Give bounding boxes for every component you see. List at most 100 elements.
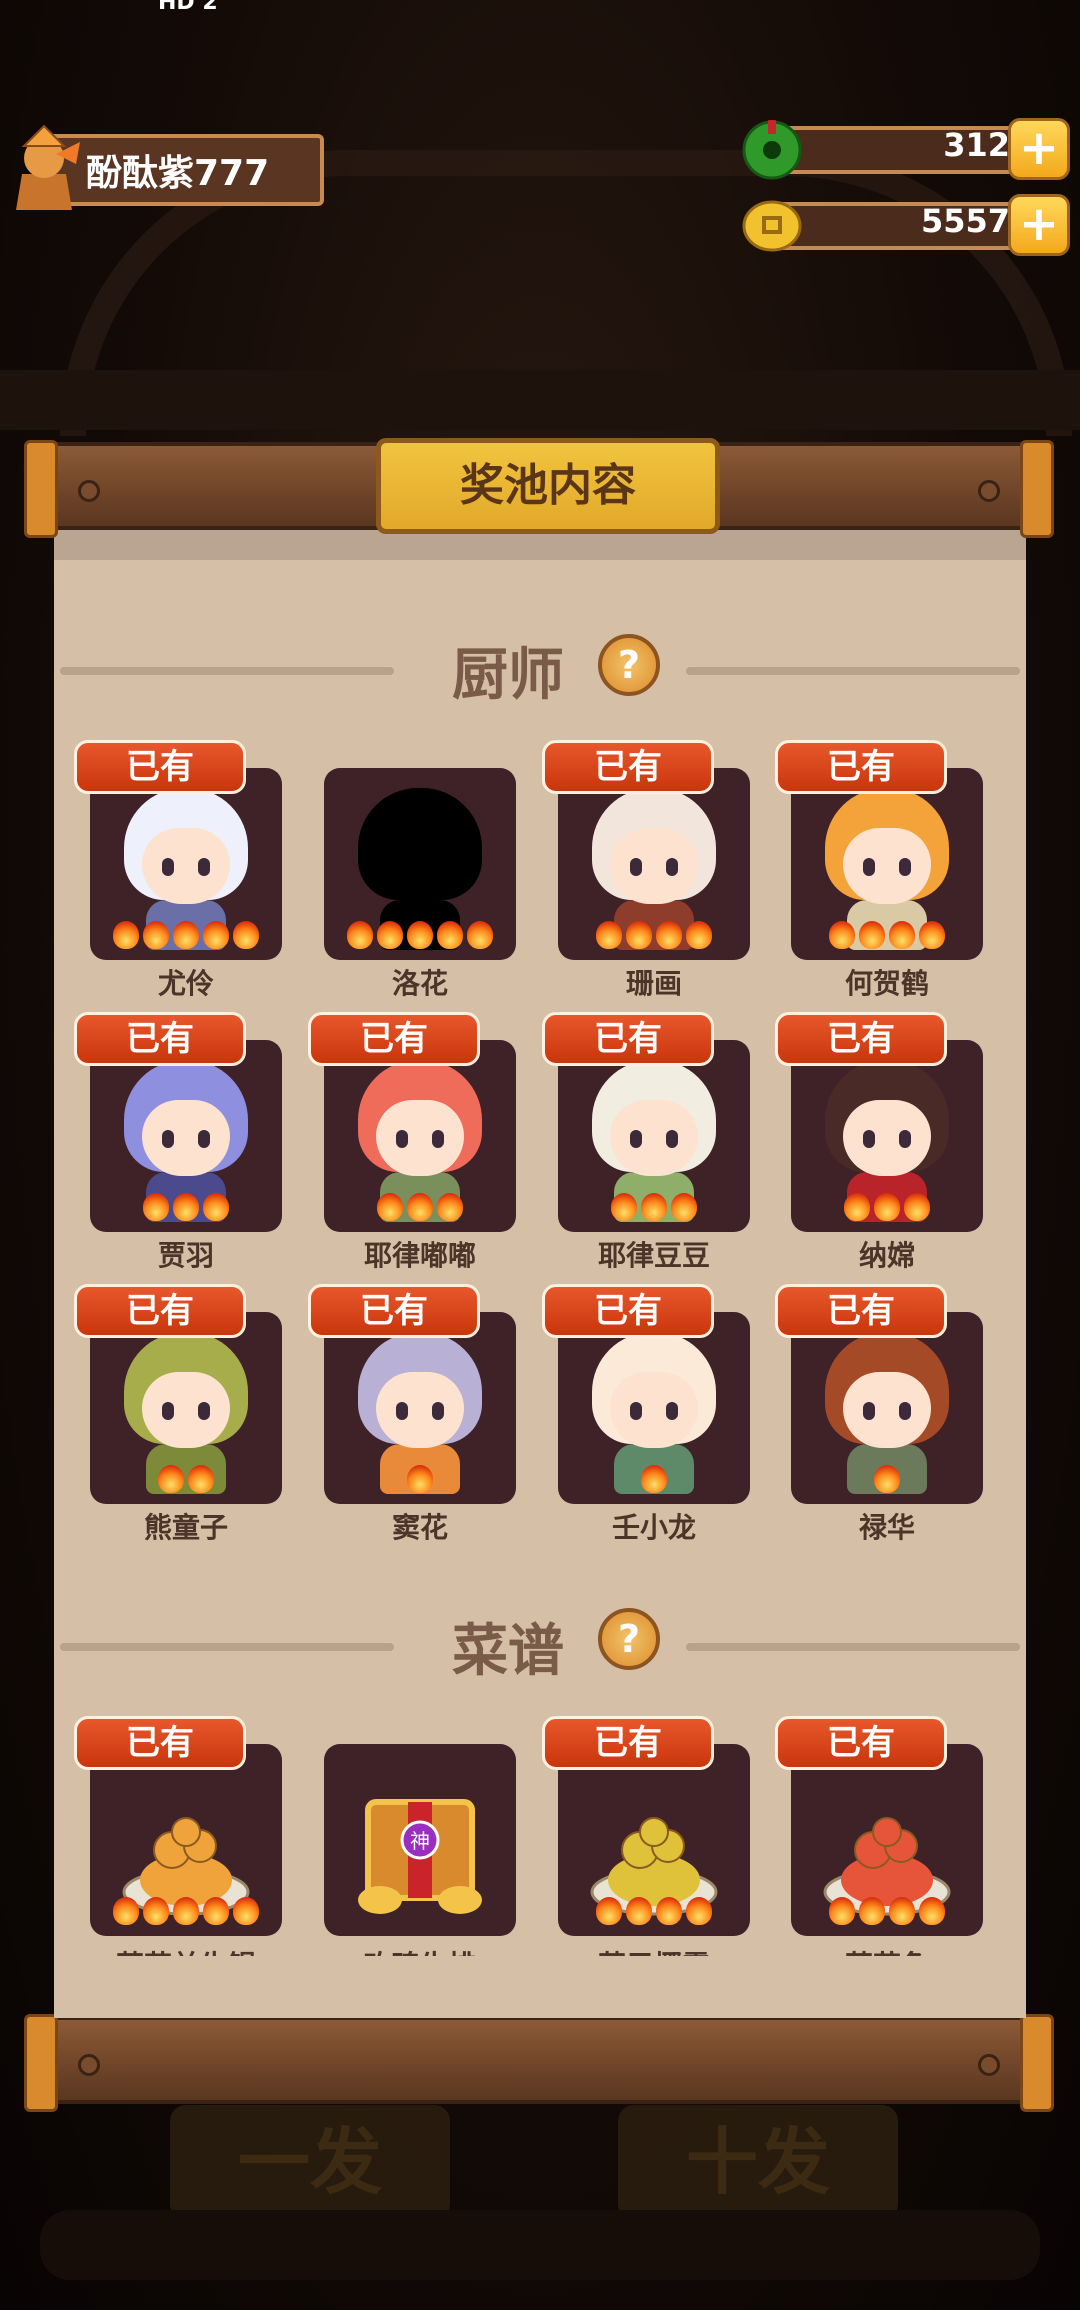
recipe-card[interactable]: 已有菊花鱼 [775, 1716, 983, 1976]
flame-star-icon [173, 1193, 199, 1221]
flame-star-icon [143, 921, 169, 949]
flame-star-icon [829, 921, 855, 949]
chef-eye [863, 1402, 875, 1420]
flame-star-icon [656, 921, 682, 949]
chef-eye [899, 1402, 911, 1420]
chef-portrait-frame [324, 1312, 516, 1504]
chef-face [142, 828, 230, 904]
flame-star-icon [611, 1193, 637, 1221]
flame-star-icon [596, 1897, 622, 1925]
rod-nail [78, 2054, 100, 2076]
flame-star-icon [641, 1465, 667, 1493]
chefs-help-button[interactable]: ? [598, 634, 660, 696]
owned-badge: 已有 [74, 1012, 246, 1066]
chef-eye [198, 1402, 210, 1420]
recipes-help-button[interactable]: ? [598, 1608, 660, 1670]
recipe-portrait-frame: 神 [324, 1744, 516, 1936]
chef-card[interactable]: 已有 壬小龙 [542, 1284, 750, 1544]
chef-avatar-icon [16, 124, 80, 210]
chef-portrait-frame [324, 768, 516, 960]
chef-eye [630, 858, 642, 876]
recipe-card[interactable]: 已有菊花羊牛锅 [74, 1716, 282, 1976]
chef-portrait-frame [791, 1040, 983, 1232]
chef-face [843, 828, 931, 904]
star-flames [558, 921, 750, 956]
chef-card[interactable]: 已有 窦花 [308, 1284, 516, 1544]
chef-portrait-frame [791, 768, 983, 960]
chef-eye [432, 1402, 444, 1420]
chef-card[interactable]: 已有 禄华 [775, 1284, 983, 1544]
gold-amount: 5557 [920, 202, 1010, 240]
recipe-box-icon: 神 [358, 1799, 482, 1914]
chef-name: 贾羽 [157, 1239, 214, 1272]
chef-eye [666, 1130, 678, 1148]
chef-card[interactable]: 已有 纳嫦 [775, 1012, 983, 1272]
flame-star-icon [626, 921, 652, 949]
chef-name: 纳嫦 [858, 1239, 915, 1272]
chef-portrait-frame [324, 1040, 516, 1232]
chef-eye [162, 1402, 174, 1420]
flame-star-icon [173, 921, 199, 949]
add-gold-button[interactable]: + [1008, 194, 1070, 256]
flame-star-icon [203, 1193, 229, 1221]
star-flames [791, 921, 983, 956]
chef-name: 禄华 [858, 1511, 915, 1544]
recipe-card[interactable]: 神玫瑰牛排 [324, 1716, 516, 1976]
section-divider [60, 1643, 394, 1651]
gold-coin-icon [742, 200, 802, 252]
flame-star-icon [641, 1193, 667, 1221]
chef-eye [198, 1130, 210, 1148]
star-flames [791, 1465, 983, 1500]
rod-nail [78, 480, 100, 502]
chef-face [376, 1100, 464, 1176]
owned-badge: 已有 [308, 1284, 480, 1338]
star-flames [558, 1897, 750, 1932]
recipe-card[interactable]: 已有菊元椰露 [542, 1716, 750, 1976]
chef-eye [666, 1402, 678, 1420]
flame-star-icon [113, 1897, 139, 1925]
chef-card[interactable]: 已有 耶律豆豆 [542, 1012, 750, 1272]
chef-card[interactable]: 已有 何贺鹤 [775, 740, 983, 1000]
star-flames [791, 1897, 983, 1932]
owned-badge: 已有 [74, 1716, 246, 1770]
ten-draw-button-bg: 十发 [618, 2105, 898, 2220]
flame-star-icon [173, 1897, 199, 1925]
chef-portrait-frame [791, 1312, 983, 1504]
single-draw-button-bg: 一发 [170, 2105, 450, 2220]
chef-name: 尤伶 [157, 967, 214, 1000]
owned-badge: 已有 [542, 1012, 714, 1066]
chef-eye [198, 858, 210, 876]
background-strip [0, 370, 1080, 430]
chef-card[interactable]: 洛花 [324, 740, 516, 1000]
chef-name: 珊画 [625, 967, 682, 1000]
status-bar: HD 2 [0, 0, 1080, 20]
recipe-portrait-frame [558, 1744, 750, 1936]
chef-eye [630, 1402, 642, 1420]
owned-badge: 已有 [542, 740, 714, 794]
chef-eye [899, 1130, 911, 1148]
star-flames [90, 921, 282, 956]
flame-star-icon [859, 921, 885, 949]
chef-card[interactable]: 已有贾羽 [74, 1012, 282, 1272]
owned-badge: 已有 [74, 740, 246, 794]
chef-eye [162, 858, 174, 876]
flame-star-icon [407, 921, 433, 949]
player-name: 酚酞紫777 [86, 153, 270, 194]
add-jade-button[interactable]: + [1008, 118, 1070, 180]
chef-name: 何贺鹤 [844, 967, 929, 1000]
chef-name: 熊童子 [143, 1511, 228, 1544]
star-flames [90, 1465, 282, 1500]
chef-card[interactable]: 已有尤伶 [74, 740, 282, 1000]
chef-eye [396, 1402, 408, 1420]
paper-clip-mask [54, 1956, 1026, 2018]
chef-eye [432, 1130, 444, 1148]
panel-title: 奖池内容 [376, 438, 720, 534]
chef-card[interactable]: 已有 耶律嘟嘟 [308, 1012, 516, 1272]
flame-star-icon [656, 1897, 682, 1925]
chef-name: 壬小龙 [611, 1511, 696, 1544]
chef-card[interactable]: 已有珊画 [542, 740, 750, 1000]
chef-portrait-frame [90, 768, 282, 960]
flame-star-icon [143, 1193, 169, 1221]
player-info[interactable]: 酚酞紫777 [6, 124, 326, 214]
chef-card[interactable]: 已有 熊童子 [74, 1284, 282, 1544]
